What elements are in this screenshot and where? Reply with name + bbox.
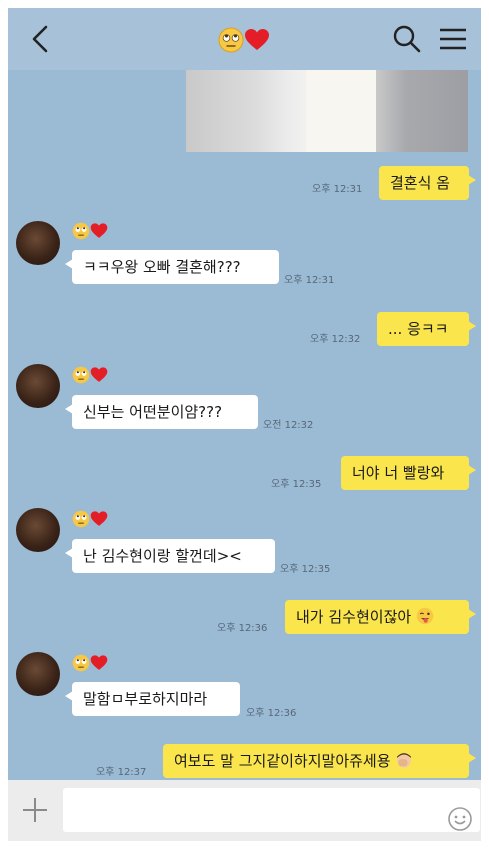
- red-heart-emoji: [90, 511, 108, 526]
- message-text: 내가 김수현이잖아: [296, 608, 412, 626]
- message-time: 오후 12:37: [96, 767, 147, 778]
- friend-name: [72, 652, 108, 674]
- friend-message-bubble[interactable]: 난 김수현이랑 할껀데><: [65, 539, 275, 573]
- message-input-bar: #: [8, 780, 481, 841]
- red-heart-emoji: [90, 655, 108, 670]
- chevron-left-icon[interactable]: [26, 22, 56, 56]
- friend-avatar[interactable]: [16, 652, 60, 696]
- message-time: 오후 12:32: [310, 334, 361, 345]
- face-with-rolling-eyes-emoji: [72, 366, 90, 384]
- winking-tongue-emoji: [416, 607, 434, 625]
- red-heart-emoji: [90, 367, 108, 382]
- my-message-bubble[interactable]: 여보도 말 그지같이하지말아쥬세용: [163, 744, 476, 778]
- friend-avatar[interactable]: [16, 221, 60, 265]
- message-time: 오후 12:35: [280, 564, 331, 575]
- friend-name: [72, 364, 108, 386]
- message-text: 말함ㅁ부로하지마라: [83, 690, 208, 708]
- message-text: 난 김수현이랑 할껀데><: [83, 547, 242, 565]
- my-message-bubble[interactable]: 결혼식 옴: [379, 166, 476, 200]
- message-time: 오후 12:31: [284, 275, 335, 286]
- message-time: 오후 12:35: [271, 479, 322, 490]
- facepalm-man-emoji: [397, 753, 412, 768]
- hamburger-menu-icon[interactable]: [436, 22, 470, 56]
- message-time: 오후 12:36: [217, 623, 268, 634]
- red-heart-emoji: [90, 223, 108, 238]
- my-message-bubble[interactable]: 너야 너 빨랑와: [341, 456, 476, 490]
- chat-header: [8, 8, 481, 70]
- message-text: ... 응ㅋㅋ: [388, 320, 449, 338]
- message-text: 신부는 어떤분이얌???: [83, 403, 223, 421]
- friend-avatar[interactable]: [16, 364, 60, 408]
- message-text: 너야 너 빨랑와: [352, 464, 445, 482]
- message-text: 결혼식 옴: [390, 174, 450, 192]
- friend-avatar[interactable]: [16, 508, 60, 552]
- shared-photo[interactable]: [186, 70, 468, 152]
- message-text: ㅋㅋ우왕 오빠 결혼해???: [83, 258, 241, 276]
- search-icon[interactable]: [390, 22, 424, 56]
- my-message-bubble[interactable]: 내가 김수현이잖아: [285, 600, 476, 634]
- photo-detail: [306, 70, 376, 152]
- face-with-rolling-eyes-emoji: [72, 510, 90, 528]
- friend-name: [72, 508, 108, 530]
- chat-title[interactable]: [218, 26, 270, 54]
- message-time: 오전 12:32: [263, 420, 314, 431]
- message-time: 오후 12:31: [312, 184, 363, 195]
- chat-window: 오후 12:31 결혼식 옴 ㅋㅋ우왕 오빠 결혼해??? 오후 12:31 오…: [8, 8, 481, 841]
- face-with-rolling-eyes-emoji: [72, 222, 90, 240]
- message-list[interactable]: 오후 12:31 결혼식 옴 ㅋㅋ우왕 오빠 결혼해??? 오후 12:31 오…: [8, 70, 481, 780]
- my-message-bubble[interactable]: ... 응ㅋㅋ: [377, 312, 476, 346]
- friend-message-bubble[interactable]: 말함ㅁ부로하지마라: [65, 682, 240, 716]
- friend-name: [72, 220, 108, 242]
- message-time: 오후 12:36: [246, 708, 297, 719]
- red-heart-emoji: [245, 29, 269, 50]
- friend-message-bubble[interactable]: ㅋㅋ우왕 오빠 결혼해???: [65, 250, 279, 284]
- message-text: 여보도 말 그지같이하지말아쥬세용: [174, 752, 391, 770]
- smiley-icon[interactable]: [447, 806, 473, 832]
- message-input[interactable]: #: [63, 788, 480, 832]
- plus-icon[interactable]: [20, 795, 50, 825]
- friend-message-bubble[interactable]: 신부는 어떤분이얌???: [65, 395, 258, 429]
- face-with-rolling-eyes-emoji: [72, 654, 90, 672]
- face-with-rolling-eyes-emoji: [218, 27, 244, 53]
